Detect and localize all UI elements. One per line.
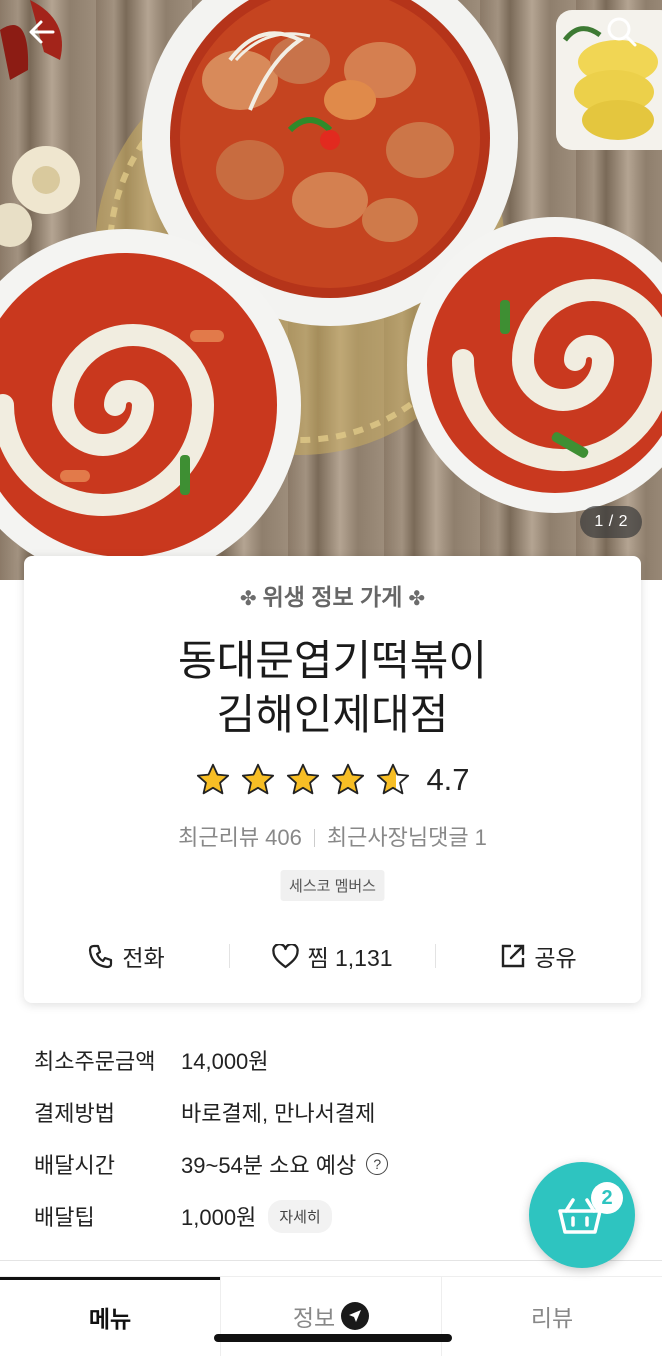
phone-icon: [89, 944, 113, 969]
hero-image[interactable]: 1 / 2: [0, 0, 662, 580]
info-key: 최소주문금액: [34, 1049, 156, 1074]
tab-bar: 메뉴 정보 리뷰: [0, 1276, 662, 1356]
leaf-icon: ✤: [239, 588, 257, 610]
tab-label: 정보: [292, 1304, 336, 1331]
cart-button[interactable]: 2: [529, 1162, 635, 1268]
info-key: 배달팁: [34, 1205, 95, 1230]
tab-review[interactable]: 리뷰: [441, 1277, 662, 1356]
hygiene-badge: ✤ 위생 정보 가게 ✤: [24, 578, 641, 612]
call-button[interactable]: 전화: [24, 939, 229, 973]
store-name-line1: 동대문엽기떡볶이: [177, 637, 488, 684]
store-name-line2: 김해인제대점: [216, 691, 449, 738]
heart-icon: [272, 943, 300, 968]
tip-detail-button[interactable]: 자세히: [268, 1199, 332, 1233]
food-photo: [0, 0, 662, 580]
info-value: 바로결제, 만나서결제: [181, 1101, 376, 1126]
store-title: 동대문엽기떡볶이 김해인제대점: [24, 634, 641, 742]
search-button[interactable]: [600, 10, 644, 54]
navigation-icon: [341, 1301, 370, 1330]
rating-row[interactable]: 4.7: [24, 762, 641, 798]
like-button[interactable]: 찜 1,131: [230, 939, 435, 973]
star-icon: [242, 763, 275, 795]
like-label: 찜 1,131: [307, 945, 393, 971]
owner-replies[interactable]: 최근사장님댓글 1: [327, 825, 487, 850]
delivery-info: 최소주문금액 14,000원 결제방법 바로결제, 만나서결제 배달시간 39~…: [34, 1034, 454, 1242]
cart-count-badge: 2: [591, 1182, 623, 1214]
star-icon: [332, 763, 365, 795]
star-half-icon: [377, 763, 410, 795]
share-label: 공유: [534, 945, 577, 971]
tab-info[interactable]: 정보: [220, 1277, 441, 1356]
payment-row: 결제방법 바로결제, 만나서결제: [34, 1086, 454, 1138]
tab-menu[interactable]: 메뉴: [0, 1277, 220, 1356]
leaf-icon: ✤: [408, 588, 426, 610]
review-counts[interactable]: 최근리뷰 406 최근사장님댓글 1: [24, 820, 641, 852]
info-key: 결제방법: [34, 1101, 115, 1126]
info-value: 1,000원: [181, 1205, 257, 1230]
tab-label: 리뷰: [530, 1304, 574, 1331]
share-button[interactable]: 공유: [436, 939, 641, 973]
arrow-left-icon: [29, 20, 55, 44]
delivery-tip-row: 배달팁 1,000원 자세히: [34, 1190, 454, 1242]
back-button[interactable]: [20, 10, 64, 54]
tab-label: 메뉴: [88, 1306, 132, 1332]
star-icon: [287, 763, 320, 795]
info-value: 14,000원: [181, 1049, 269, 1074]
rating-score: 4.7: [426, 762, 470, 797]
image-counter: 1 / 2: [580, 506, 642, 538]
search-icon: [607, 17, 637, 47]
call-label: 전화: [122, 945, 165, 971]
share-icon: [502, 944, 525, 968]
star-icon: [197, 763, 230, 795]
info-value: 39~54분 소요 예상: [181, 1153, 357, 1178]
action-bar: 전화 찜 1,131 공유: [24, 936, 641, 976]
help-icon[interactable]: ?: [366, 1153, 389, 1175]
min-order-row: 최소주문금액 14,000원: [34, 1034, 454, 1086]
divider: [313, 829, 315, 847]
info-key: 배달시간: [34, 1153, 115, 1178]
home-indicator: [214, 1334, 452, 1342]
hygiene-label: 위생 정보 가게: [262, 584, 403, 610]
cesco-badge: 세스코 멤버스: [280, 870, 385, 901]
store-info-card: ✤ 위생 정보 가게 ✤ 동대문엽기떡볶이 김해인제대점 4.7 최근리뷰 406 최…: [24, 556, 641, 1003]
delivery-time-row: 배달시간 39~54분 소요 예상?: [34, 1138, 454, 1190]
recent-reviews[interactable]: 최근리뷰 406: [178, 825, 302, 850]
